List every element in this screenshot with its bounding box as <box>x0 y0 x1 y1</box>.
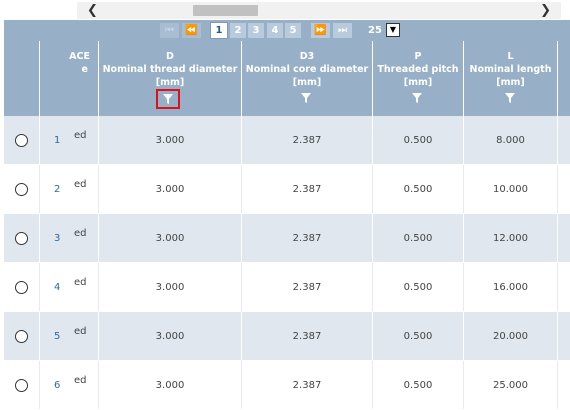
row-radio[interactable] <box>15 182 28 196</box>
page-size-select[interactable]: 25 ▼ <box>368 22 400 38</box>
header-unit: [mm] <box>403 77 433 88</box>
funnel-icon[interactable] <box>412 93 422 103</box>
last-page-button[interactable]: ⏭ <box>333 23 352 38</box>
header-desc: Nominal thread diameter <box>102 64 238 75</box>
cell-l: 25.000 <box>464 361 558 409</box>
cell-d3: 2.387 <box>242 312 373 360</box>
header-symbol: L <box>507 51 514 62</box>
header-unit: [mm] <box>292 77 322 88</box>
funnel-icon[interactable] <box>301 93 311 103</box>
cell-d: 3.000 <box>99 263 242 311</box>
row-fragment: ed <box>74 228 87 239</box>
cell-d3: 2.387 <box>242 214 373 262</box>
cell-l: 12.000 <box>464 214 558 262</box>
row-fragment: ed <box>74 375 87 386</box>
header-select <box>4 41 40 116</box>
table-row[interactable]: 1 ed 3.000 2.387 0.500 8.000 <box>4 116 570 165</box>
page-size-value: 25 <box>368 24 382 36</box>
cell-l: 10.000 <box>464 165 558 213</box>
header-col-ace: ACE e <box>40 41 99 116</box>
scroll-left-icon[interactable]: ❮ <box>87 3 98 18</box>
table-row[interactable]: 6 ed 3.000 2.387 0.500 25.000 <box>4 361 570 410</box>
header-desc: Nominal length <box>469 64 552 75</box>
pager-bar: ⏮ ⏪ 1 2 3 4 5 ⏩ ⏭ 25 ▼ <box>4 20 570 41</box>
table-row[interactable]: 3 ed 3.000 2.387 0.500 12.000 <box>4 214 570 263</box>
header-col-overflow <box>558 41 570 116</box>
row-index[interactable]: 2 <box>54 184 60 195</box>
row-fragment: ed <box>74 130 87 141</box>
page-button-1[interactable]: 1 <box>210 22 228 39</box>
cell-p: 0.500 <box>373 263 464 311</box>
header-desc: e <box>81 64 88 75</box>
row-radio[interactable] <box>15 329 28 343</box>
header-unit: [mm] <box>496 77 525 88</box>
prev-page-button[interactable]: ⏪ <box>182 23 201 38</box>
cell-d: 3.000 <box>99 165 242 213</box>
filter-button-d[interactable] <box>156 89 180 109</box>
cell-d: 3.000 <box>99 361 242 409</box>
cell-p: 0.500 <box>373 361 464 409</box>
cell-d3: 2.387 <box>242 116 373 164</box>
row-index[interactable]: 6 <box>54 380 60 391</box>
chevron-down-icon[interactable]: ▼ <box>386 23 400 37</box>
next-page-button[interactable]: ⏩ <box>311 23 330 38</box>
cell-l: 16.000 <box>464 263 558 311</box>
cell-l: 8.000 <box>464 116 558 164</box>
row-index[interactable]: 5 <box>54 331 60 342</box>
header-symbol: ACE <box>69 51 90 62</box>
scroll-right-icon[interactable]: ❯ <box>540 3 551 18</box>
cell-p: 0.500 <box>373 165 464 213</box>
funnel-icon <box>163 94 173 104</box>
table-row[interactable]: 4 ed 3.000 2.387 0.500 16.000 <box>4 263 570 312</box>
page-button-4[interactable]: 4 <box>267 23 283 38</box>
header-unit: [mm] <box>155 77 185 88</box>
cell-d: 3.000 <box>99 312 242 360</box>
header-col-d: D Nominal thread diameter [mm] <box>99 41 242 116</box>
header-col-l: L Nominal length [mm] <box>464 41 558 116</box>
header-desc: Threaded pitch <box>377 64 459 75</box>
row-radio[interactable] <box>15 133 28 147</box>
row-fragment: ed <box>74 179 87 190</box>
cell-d3: 2.387 <box>242 165 373 213</box>
scrollbar-thumb[interactable] <box>193 5 258 16</box>
table-row[interactable]: 5 ed 3.000 2.387 0.500 20.000 <box>4 312 570 361</box>
row-index[interactable]: 4 <box>54 282 60 293</box>
header-symbol: P <box>414 51 422 62</box>
cell-p: 0.500 <box>373 116 464 164</box>
row-index[interactable]: 1 <box>54 135 60 146</box>
row-radio[interactable] <box>15 280 28 294</box>
results-table: ACE e D Nominal thread diameter [mm] D3 … <box>4 41 570 410</box>
row-fragment: ed <box>74 277 87 288</box>
header-symbol: D3 <box>299 51 315 62</box>
cell-p: 0.500 <box>373 214 464 262</box>
row-fragment: ed <box>74 326 87 337</box>
page-button-2[interactable]: 2 <box>230 23 246 38</box>
page-button-5[interactable]: 5 <box>285 23 301 38</box>
cell-l: 20.000 <box>464 312 558 360</box>
cell-d3: 2.387 <box>242 263 373 311</box>
row-index[interactable]: 3 <box>54 233 60 244</box>
horizontal-scrollbar[interactable]: ❮ ❯ <box>77 2 561 19</box>
cell-d3: 2.387 <box>242 361 373 409</box>
row-radio[interactable] <box>15 231 28 245</box>
funnel-icon[interactable] <box>504 93 515 103</box>
table-row[interactable]: 2 ed 3.000 2.387 0.500 10.000 <box>4 165 570 214</box>
row-radio[interactable] <box>15 378 28 392</box>
cell-p: 0.500 <box>373 312 464 360</box>
header-symbol: D <box>166 51 174 62</box>
table-header: ACE e D Nominal thread diameter [mm] D3 … <box>4 41 570 116</box>
first-page-button[interactable]: ⏮ <box>160 23 179 38</box>
header-col-p: P Threaded pitch [mm] <box>373 41 464 116</box>
page-button-3[interactable]: 3 <box>248 23 264 38</box>
header-col-d3: D3 Nominal core diameter [mm] <box>242 41 373 116</box>
cell-d: 3.000 <box>99 214 242 262</box>
cell-d: 3.000 <box>99 116 242 164</box>
header-desc: Nominal core diameter <box>245 64 369 75</box>
